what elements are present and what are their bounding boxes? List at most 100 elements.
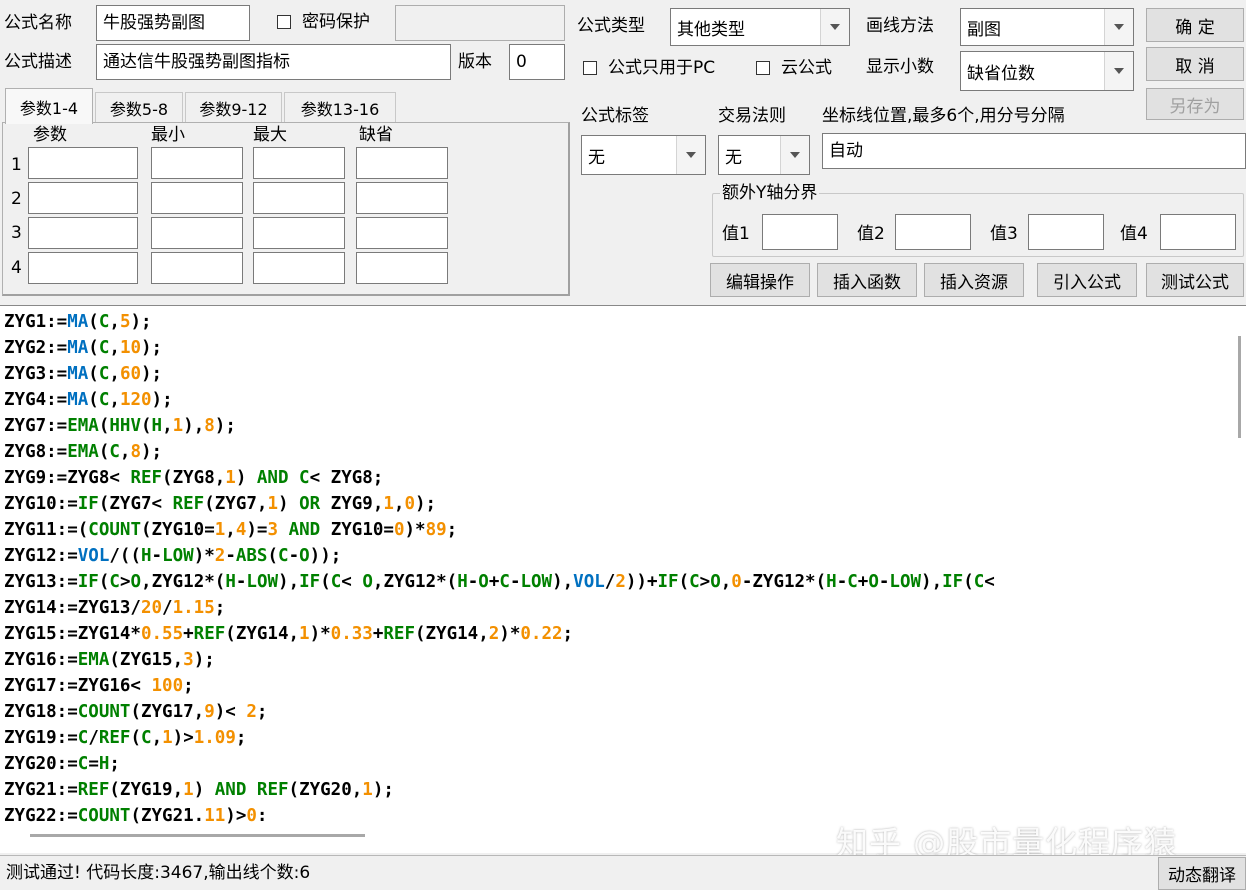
code-token: - bbox=[288, 546, 300, 566]
code-line[interactable]: ZYG11:=(COUNT(ZYG10=1,4)=3 AND ZYG10=0)*… bbox=[4, 517, 995, 543]
param-max-input[interactable] bbox=[253, 182, 345, 214]
edit-operations-button[interactable]: 编辑操作 bbox=[710, 263, 810, 297]
param-name-input[interactable] bbox=[28, 182, 138, 214]
param-default-input[interactable] bbox=[356, 182, 448, 214]
code-token: 1 bbox=[225, 468, 236, 488]
code-line[interactable]: ZYG7:=EMA(HHV(H,1),8); bbox=[4, 413, 995, 439]
code-line[interactable]: ZYG16:=EMA(ZYG15,3); bbox=[4, 647, 995, 673]
code-line[interactable]: ZYG17:=ZYG16< 100; bbox=[4, 673, 995, 699]
code-line[interactable]: ZYG13:=IF(C>O,ZYG12*(H-LOW),IF(C< O,ZYG1… bbox=[4, 569, 995, 595]
formula-type-select[interactable]: 其他类型 bbox=[670, 8, 850, 46]
dynamic-translate-button[interactable]: 动态翻译 bbox=[1158, 857, 1246, 890]
code-line[interactable]: ZYG19:=C/REF(C,1)>1.09; bbox=[4, 725, 995, 751]
code-token: O bbox=[299, 546, 310, 566]
code-token: (ZYG17, bbox=[130, 702, 205, 722]
insert-function-button[interactable]: 插入函数 bbox=[817, 263, 917, 297]
tab-params-9-12[interactable]: 参数9-12 bbox=[185, 92, 282, 122]
vertical-scrollbar-thumb[interactable] bbox=[1238, 336, 1241, 438]
value4-input[interactable] bbox=[1160, 214, 1236, 250]
cancel-button[interactable]: 取 消 bbox=[1146, 47, 1244, 81]
param-max-input[interactable] bbox=[253, 147, 345, 179]
cloud-checkbox[interactable] bbox=[756, 61, 770, 75]
code-token: LOW bbox=[889, 572, 922, 592]
code-token: )= bbox=[246, 520, 268, 540]
param-min-input[interactable] bbox=[151, 182, 243, 214]
code-token: O bbox=[710, 572, 721, 592]
param-default-input[interactable] bbox=[356, 252, 448, 284]
param-max-input[interactable] bbox=[253, 252, 345, 284]
param-name-input[interactable] bbox=[28, 217, 138, 249]
code-line[interactable]: ZYG18:=COUNT(ZYG17,9)< 2; bbox=[4, 699, 995, 725]
ok-button[interactable]: 确 定 bbox=[1146, 8, 1244, 42]
code-token: 1 bbox=[214, 520, 226, 540]
insert-resource-button[interactable]: 插入资源 bbox=[924, 263, 1024, 297]
code-token: ); bbox=[130, 312, 152, 332]
code-line[interactable]: ZYG2:=MA(C,10); bbox=[4, 335, 995, 361]
formula-name-input[interactable]: 牛股强势副图 bbox=[96, 5, 250, 41]
param-default-input[interactable] bbox=[356, 147, 448, 179]
param-min-input[interactable] bbox=[151, 147, 243, 179]
horizontal-scrollbar-thumb[interactable] bbox=[30, 834, 365, 837]
code-token: ZYG9, bbox=[320, 494, 384, 514]
test-formula-button[interactable]: 测试公式 bbox=[1146, 263, 1244, 297]
param-max-input[interactable] bbox=[253, 217, 345, 249]
code-text[interactable]: ZYG1:=MA(C,5); ZYG2:=MA(C,10); ZYG3:=MA(C,… bbox=[4, 309, 995, 829]
value3-input[interactable] bbox=[1028, 214, 1104, 250]
formula-desc-input[interactable]: 通达信牛股强势副图指标 bbox=[96, 44, 451, 80]
chevron-down-icon[interactable] bbox=[1104, 9, 1133, 45]
import-formula-button[interactable]: 引入公式 bbox=[1037, 263, 1137, 297]
code-token: ( bbox=[130, 728, 142, 748]
value2-input[interactable] bbox=[895, 214, 971, 250]
code-editor[interactable]: ZYG1:=MA(C,5); ZYG2:=MA(C,10); ZYG3:=MA(C,… bbox=[0, 305, 1246, 853]
code-line[interactable]: ZYG10:=IF(ZYG7< REF(ZYG7,1) OR ZYG9,1,0)… bbox=[4, 491, 995, 517]
code-token: REF bbox=[193, 624, 226, 644]
value1-input[interactable] bbox=[762, 214, 838, 250]
code-token: / bbox=[604, 572, 616, 592]
code-line[interactable]: ZYG4:=MA(C,120); bbox=[4, 387, 995, 413]
code-line[interactable]: ZYG15:=ZYG14*0.55+REF(ZYG14,1)*0.33+REF(… bbox=[4, 621, 995, 647]
code-line[interactable]: ZYG12:=VOL/((H-LOW)*2-ABS(C-O)); bbox=[4, 543, 995, 569]
draw-method-select[interactable]: 副图 bbox=[960, 8, 1134, 46]
trade-rule-select[interactable]: 无 bbox=[718, 135, 810, 175]
code-token: ( bbox=[140, 416, 152, 436]
tab-params-13-16[interactable]: 参数13-16 bbox=[284, 92, 396, 122]
code-token: H bbox=[151, 416, 163, 436]
param-default-input[interactable] bbox=[356, 217, 448, 249]
decimals-select[interactable]: 缺省位数 bbox=[960, 51, 1134, 91]
code-line[interactable]: ZYG8:=EMA(C,8); bbox=[4, 439, 995, 465]
code-line[interactable]: ZYG9:=ZYG8< REF(ZYG8,1) AND C< ZYG8; bbox=[4, 465, 995, 491]
param-min-input[interactable] bbox=[151, 252, 243, 284]
code-line[interactable]: ZYG3:=MA(C,60); bbox=[4, 361, 995, 387]
save-as-button[interactable]: 另存为 bbox=[1146, 88, 1244, 120]
code-token: : bbox=[256, 806, 268, 826]
formula-tag-select[interactable]: 无 bbox=[581, 135, 706, 175]
vertical-scrollbar[interactable] bbox=[1228, 306, 1246, 826]
param-name-input[interactable] bbox=[28, 252, 138, 284]
param-name-input[interactable] bbox=[28, 147, 138, 179]
version-input[interactable]: 0 bbox=[509, 44, 565, 80]
code-line[interactable]: ZYG14:=ZYG13/20/1.15; bbox=[4, 595, 995, 621]
coord-lines-input[interactable]: 自动 bbox=[822, 133, 1246, 169]
param-row-number: 2 bbox=[11, 189, 22, 209]
chevron-down-icon[interactable] bbox=[820, 9, 849, 45]
trade-rule-value: 无 bbox=[725, 147, 742, 168]
code-token: C bbox=[77, 754, 89, 774]
tab-params-1-4[interactable]: 参数1-4 bbox=[5, 88, 93, 124]
chevron-down-icon[interactable] bbox=[780, 136, 809, 174]
code-token: (ZYG10= bbox=[140, 520, 215, 540]
code-line[interactable]: ZYG20:=C=H; bbox=[4, 751, 995, 777]
chevron-down-icon[interactable] bbox=[1104, 52, 1133, 90]
code-token: - bbox=[878, 572, 890, 592]
password-input[interactable] bbox=[395, 5, 565, 41]
tab-params-5-8[interactable]: 参数5-8 bbox=[95, 92, 183, 122]
code-line[interactable]: ZYG21:=REF(ZYG19,1) AND REF(ZYG20,1); bbox=[4, 777, 995, 803]
params-panel: 参数 最小 最大 缺省 1 2 3 4 bbox=[2, 122, 570, 296]
code-token: )> bbox=[172, 728, 194, 748]
param-min-input[interactable] bbox=[151, 217, 243, 249]
pc-only-checkbox[interactable] bbox=[583, 61, 597, 75]
chevron-down-icon[interactable] bbox=[676, 136, 705, 174]
code-token: 3 bbox=[183, 650, 194, 670]
code-line[interactable]: ZYG1:=MA(C,5); bbox=[4, 309, 995, 335]
code-token: ZYG13:= bbox=[4, 572, 78, 592]
password-checkbox[interactable] bbox=[277, 15, 291, 29]
